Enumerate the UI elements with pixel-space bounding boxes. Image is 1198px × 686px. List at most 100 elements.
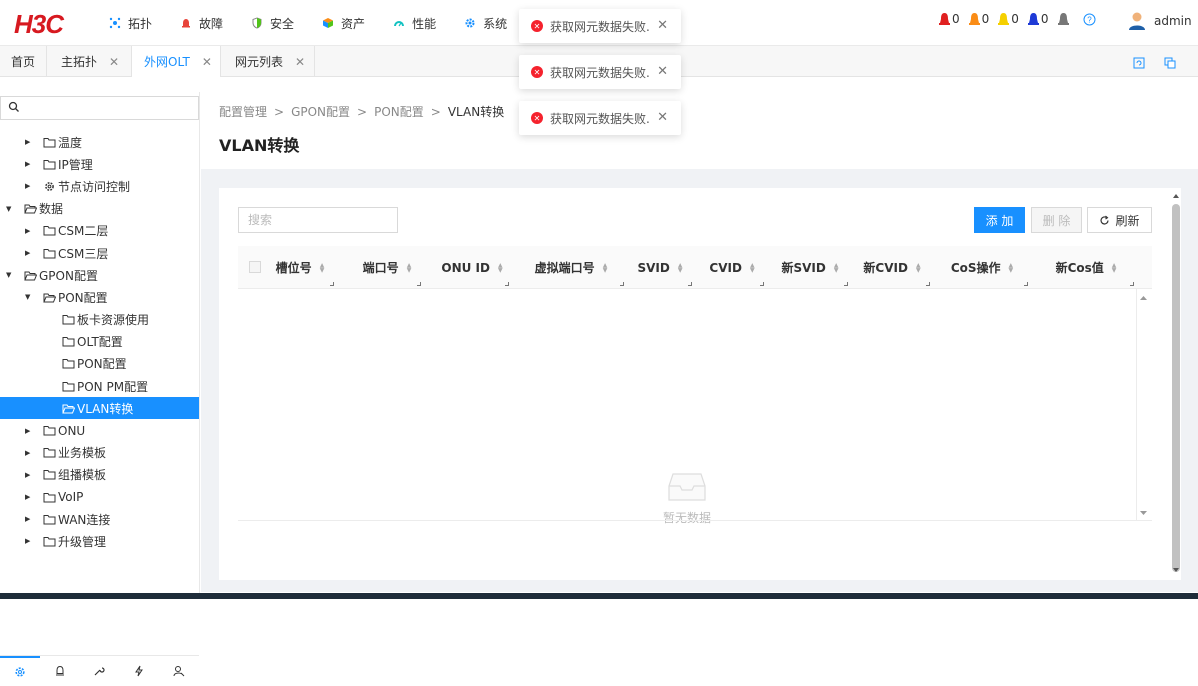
close-icon[interactable]: ✕	[657, 64, 668, 79]
h3c-logo[interactable]: H3C	[14, 9, 64, 40]
caret-right-icon[interactable]: ▶	[25, 249, 30, 257]
column-header[interactable]: 新SVID ▲ ▼	[770, 246, 850, 289]
table-scroll-up[interactable]	[1139, 293, 1148, 303]
column-header[interactable]: CVID ▲ ▼	[698, 246, 766, 289]
tab-home[interactable]: 首页	[0, 46, 47, 77]
sort-icon[interactable]: ▲ ▼	[750, 262, 755, 273]
tree-node[interactable]: ▼ PON配置	[0, 286, 199, 308]
user-menu[interactable]: admin	[1128, 11, 1192, 31]
tree-node[interactable]: VLAN转换	[0, 397, 199, 420]
tab-ne-list[interactable]: 网元列表 ✕	[221, 46, 315, 77]
tree-node[interactable]: ▶ CSM二层	[0, 220, 199, 242]
alarm-major[interactable]: 0	[968, 12, 989, 26]
column-resize-handle[interactable]	[1130, 282, 1134, 286]
caret-right-icon[interactable]: ▶	[25, 493, 30, 501]
caret-right-icon[interactable]: ▶	[25, 471, 30, 479]
tree-node[interactable]: ▶ 温度	[0, 131, 199, 153]
alarm-warning[interactable]: 0	[1027, 12, 1049, 26]
tab-main-topology[interactable]: 主拓扑 ✕	[47, 46, 132, 77]
caret-right-icon[interactable]: ▶	[25, 138, 30, 146]
user-tab[interactable]	[159, 656, 199, 686]
tree-node[interactable]: ▶ VoIP	[0, 486, 199, 508]
column-resize-handle[interactable]	[1024, 282, 1028, 286]
caret-down-icon[interactable]: ▼	[6, 271, 11, 279]
column-header[interactable]: 端口号 ▲ ▼	[351, 246, 423, 289]
column-resize-handle[interactable]	[688, 282, 692, 286]
tree-node[interactable]: ▶ 组播模板	[0, 464, 199, 486]
caret-right-icon[interactable]: ▶	[25, 515, 30, 523]
tree-node[interactable]: OLT配置	[0, 331, 199, 353]
column-resize-handle[interactable]	[760, 282, 764, 286]
nav-security[interactable]: 安全	[250, 15, 294, 32]
close-icon[interactable]: ✕	[657, 110, 668, 125]
column-resize-handle[interactable]	[505, 282, 509, 286]
caret-right-icon[interactable]: ▶	[25, 449, 30, 457]
sort-icon[interactable]: ▲ ▼	[678, 262, 683, 273]
page-scroll-down[interactable]	[1172, 566, 1180, 574]
tree-node[interactable]: ▼ 数据	[0, 198, 199, 220]
breadcrumb-item[interactable]: GPON配置	[291, 105, 350, 119]
column-header[interactable]: 新CVID ▲ ▼	[852, 246, 932, 289]
tab-external-olt[interactable]: 外网OLT ✕	[132, 46, 221, 77]
tree-node[interactable]: ▼ GPON配置	[0, 264, 199, 286]
close-icon[interactable]: ✕	[109, 55, 119, 69]
column-header[interactable]: SVID ▲ ▼	[626, 246, 694, 289]
caret-right-icon[interactable]: ▶	[25, 427, 30, 435]
help-button[interactable]: ?	[1083, 13, 1096, 26]
search-input[interactable]: 搜索	[238, 207, 398, 233]
caret-down-icon[interactable]: ▼	[25, 293, 30, 301]
select-all-checkbox[interactable]	[249, 261, 261, 273]
table-scroll-down[interactable]	[1139, 508, 1148, 518]
tree-node[interactable]: ▶ WAN连接	[0, 508, 199, 530]
column-resize-handle[interactable]	[844, 282, 848, 286]
tree-node[interactable]: 板卡资源使用	[0, 309, 199, 331]
add-button[interactable]: 添 加	[974, 207, 1025, 233]
power-tab[interactable]	[119, 656, 159, 686]
caret-right-icon[interactable]: ▶	[25, 227, 30, 235]
tree-node[interactable]: ▶ ONU	[0, 419, 199, 441]
caret-right-icon[interactable]: ▶	[25, 160, 30, 168]
column-header[interactable]: CoS操作 ▲ ▼	[934, 246, 1030, 289]
column-resize-handle[interactable]	[620, 282, 624, 286]
column-resize-handle[interactable]	[926, 282, 930, 286]
sort-icon[interactable]: ▲ ▼	[407, 262, 412, 273]
alarm-minor[interactable]: 0	[997, 12, 1019, 26]
tree-node[interactable]: ▶ 业务模板	[0, 442, 199, 464]
alarm-critical[interactable]: 0	[938, 12, 960, 26]
sort-icon[interactable]: ▲ ▼	[1009, 262, 1014, 273]
column-resize-handle[interactable]	[330, 282, 334, 286]
page-scrollbar-thumb[interactable]	[1172, 204, 1180, 572]
column-header[interactable]: 虚拟端口号 ▲ ▼	[516, 246, 626, 289]
sort-icon[interactable]: ▲ ▼	[603, 262, 608, 273]
tree-node[interactable]: ▶ CSM三层	[0, 242, 199, 264]
nav-topology[interactable]: 拓扑	[108, 15, 152, 32]
caret-right-icon[interactable]: ▶	[25, 537, 30, 545]
tree-node[interactable]: PON配置	[0, 353, 199, 375]
tree-node[interactable]: PON PM配置	[0, 375, 199, 397]
column-header[interactable]: ONU ID ▲ ▼	[433, 246, 511, 289]
tree-node[interactable]: ▶ IP管理	[0, 153, 199, 175]
sort-icon[interactable]: ▲ ▼	[834, 262, 839, 273]
sort-icon[interactable]: ▲ ▼	[916, 262, 921, 273]
tree-node[interactable]: ▶ 升级管理	[0, 530, 199, 552]
close-icon[interactable]: ✕	[295, 55, 305, 69]
caret-down-icon[interactable]: ▼	[6, 205, 11, 213]
nav-asset[interactable]: 资产	[321, 15, 365, 32]
tool-tab[interactable]	[80, 656, 120, 686]
config-tab[interactable]	[0, 656, 40, 686]
breadcrumb-item[interactable]: 配置管理	[219, 105, 267, 119]
tab-refresh-icon[interactable]	[1133, 57, 1145, 69]
close-icon[interactable]: ✕	[202, 55, 212, 69]
sidebar-search[interactable]	[0, 96, 199, 120]
sort-icon[interactable]: ▲ ▼	[320, 262, 325, 273]
sort-icon[interactable]: ▲ ▼	[498, 262, 503, 273]
sort-icon[interactable]: ▲ ▼	[1112, 262, 1117, 273]
column-header[interactable]: 槽位号 ▲ ▼	[264, 246, 336, 289]
refresh-button[interactable]: 刷新	[1087, 207, 1152, 233]
tab-close-all-icon[interactable]	[1164, 57, 1176, 69]
nav-system[interactable]: 系统	[463, 15, 507, 32]
alarm-tab[interactable]	[40, 656, 80, 686]
close-icon[interactable]: ✕	[657, 18, 668, 33]
delete-button[interactable]: 删 除	[1031, 207, 1082, 233]
caret-right-icon[interactable]: ▶	[25, 182, 30, 190]
